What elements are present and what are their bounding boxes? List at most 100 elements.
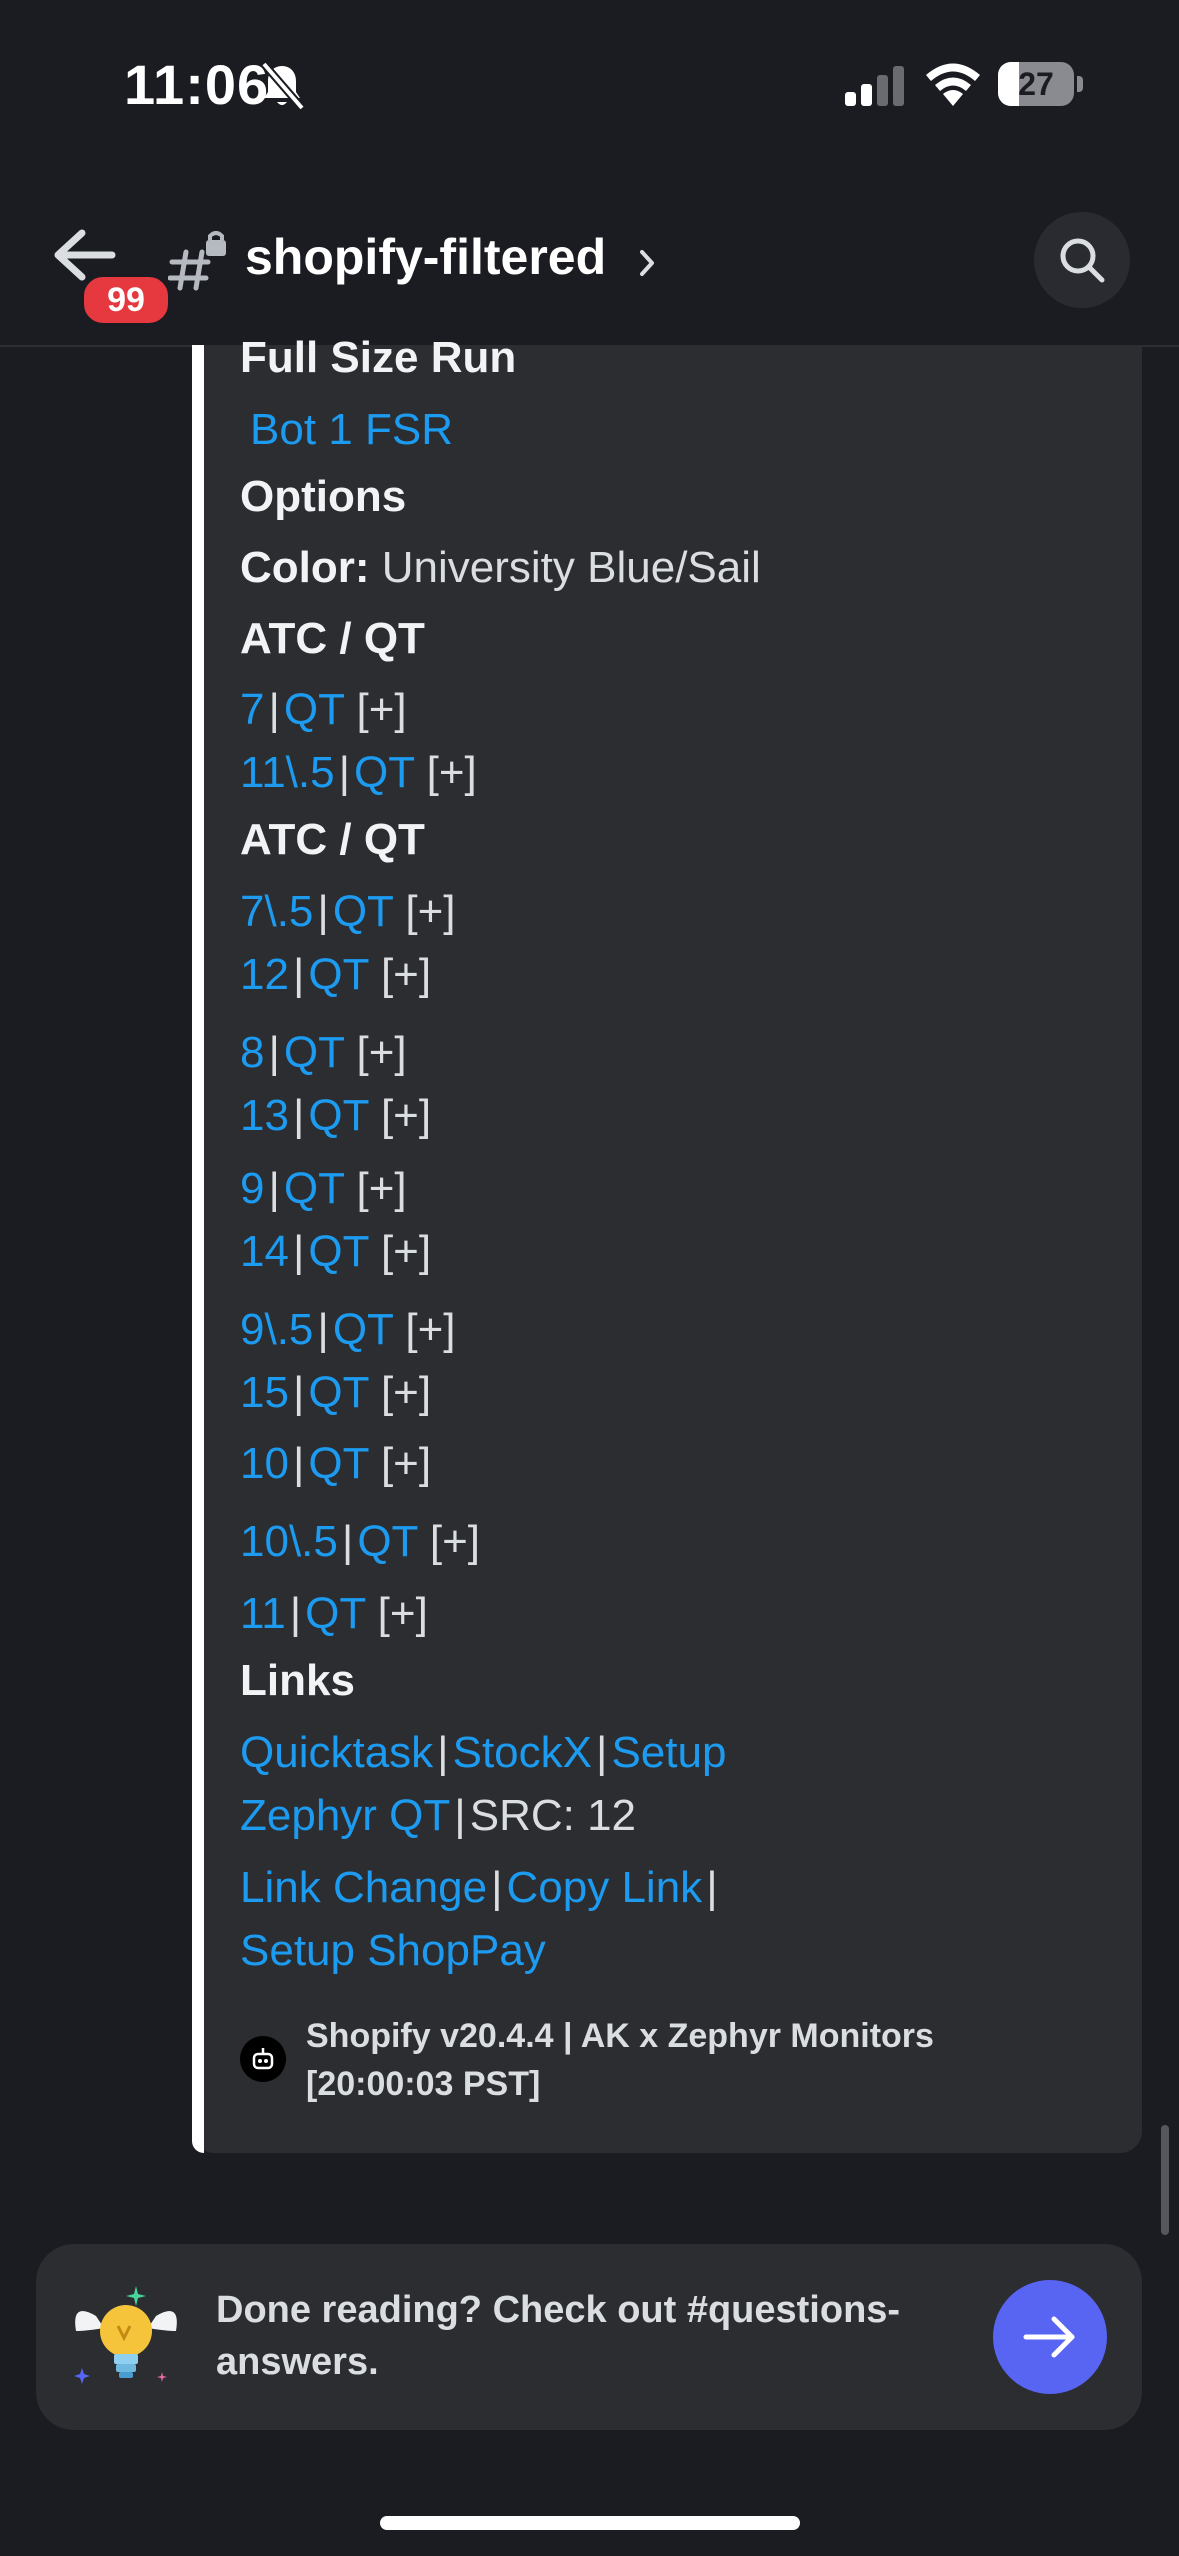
embed-footer: Shopify v20.4.4 | AK x Zephyr Monitors [… [306, 2012, 956, 2108]
color-label: Color: [240, 543, 370, 592]
size-link[interactable]: 10 [240, 1439, 289, 1488]
search-button[interactable] [1034, 212, 1130, 308]
size-row: 10\.5|QT [+] [240, 1517, 481, 1566]
size-link[interactable]: 15 [240, 1368, 289, 1417]
channel-hash-lock-icon [168, 231, 226, 291]
size-row: 9|QT [+] [240, 1164, 407, 1213]
done-reading-prompt[interactable]: Done reading? Check out #questions- answ… [36, 2244, 1142, 2430]
qt-link[interactable]: QT [308, 1439, 368, 1488]
bot-avatar [240, 2036, 286, 2082]
qt-link[interactable]: QT [305, 1589, 365, 1638]
plus-toggle[interactable]: [+] [356, 1028, 406, 1077]
size-row: 10|QT [+] [240, 1439, 432, 1488]
bot-avatar-icon [252, 2048, 274, 2070]
src-text: SRC: 12 [469, 1791, 637, 1840]
setup-shoppay-link[interactable]: Setup ShopPay [240, 1926, 546, 1975]
lightbulb-wings-icon [74, 2286, 177, 2384]
atc-qt-label: ATC / QT [240, 614, 425, 663]
qt-link[interactable]: QT [284, 1028, 344, 1077]
size-row: 11|QT [+] [240, 1589, 428, 1638]
scrollbar[interactable] [1161, 2125, 1169, 2235]
size-row: 7\.5|QT [+] [240, 887, 456, 936]
prompt-line-2: answers. [216, 2341, 379, 2383]
qt-link[interactable]: QT [284, 1164, 344, 1213]
footer-line-2: [20:00:03 PST] [306, 2065, 541, 2103]
battery-percent: 27 [1018, 66, 1054, 102]
size-row: 7|QT [+] [240, 685, 407, 734]
size-row: 12|QT [+] [240, 950, 432, 999]
plus-toggle[interactable]: [+] [381, 1439, 431, 1488]
links-row: Zephyr QT|SRC: 12 [240, 1791, 637, 1840]
links-label: Links [240, 1656, 355, 1705]
size-row: 14|QT [+] [240, 1227, 432, 1276]
quicktask-link[interactable]: Quicktask [240, 1728, 433, 1777]
link-change-link[interactable]: Link Change [240, 1863, 487, 1912]
size-link[interactable]: 11 [240, 1589, 286, 1638]
atc-qt-label: ATC / QT [240, 815, 425, 864]
status-bar: 11:06 27 [0, 0, 1179, 150]
size-link[interactable]: 14 [240, 1227, 289, 1276]
qt-link[interactable]: QT [284, 685, 344, 734]
size-row: 13|QT [+] [240, 1091, 432, 1140]
plus-toggle[interactable]: [+] [430, 1517, 480, 1566]
qt-link[interactable]: QT [308, 1368, 368, 1417]
size-row: 11\.5|QT [+] [240, 748, 477, 797]
color-row: Color: University Blue/Sail [240, 539, 761, 597]
color-value: University Blue/Sail [381, 543, 761, 592]
qt-link[interactable]: QT [354, 748, 414, 797]
size-link[interactable]: 7\.5 [240, 887, 313, 936]
wifi-icon [926, 63, 980, 106]
qt-link[interactable]: QT [357, 1517, 417, 1566]
links-row: Quicktask|StockX|Setup [240, 1728, 727, 1777]
search-icon [1060, 238, 1105, 283]
qt-link[interactable]: QT [308, 1227, 368, 1276]
size-row: 9\.5|QT [+] [240, 1305, 456, 1354]
channel-header: 99 shopify-filtered [0, 170, 1179, 347]
prompt-line-1: Done reading? Check out #questions- [216, 2289, 901, 2331]
size-link[interactable]: 9\.5 [240, 1305, 313, 1354]
chevron-right-icon[interactable] [636, 248, 658, 278]
qt-link[interactable]: QT [333, 1305, 393, 1354]
stockx-link[interactable]: StockX [453, 1728, 592, 1777]
copy-link-link[interactable]: Copy Link [507, 1863, 703, 1912]
status-time: 11:06 [124, 53, 270, 116]
zephyr-qt-link[interactable]: Zephyr QT [240, 1791, 450, 1840]
size-link[interactable]: 7 [240, 685, 264, 734]
setup-link[interactable]: Setup [611, 1728, 726, 1777]
plus-toggle[interactable]: [+] [381, 1091, 431, 1140]
plus-toggle[interactable]: [+] [378, 1589, 428, 1638]
cellular-signal-icon [845, 66, 904, 106]
size-link[interactable]: 8 [240, 1028, 264, 1077]
qt-link[interactable]: QT [308, 1091, 368, 1140]
size-link[interactable]: 10\.5 [240, 1517, 338, 1566]
plus-toggle[interactable]: [+] [381, 950, 431, 999]
qt-link[interactable]: QT [333, 887, 393, 936]
size-link[interactable]: 12 [240, 950, 289, 999]
plus-toggle[interactable]: [+] [381, 1227, 431, 1276]
battery-icon: 27 [998, 62, 1084, 108]
plus-toggle[interactable]: [+] [381, 1368, 431, 1417]
go-button[interactable] [993, 2280, 1107, 2394]
links-row: Setup ShopPay [240, 1922, 546, 1980]
links-row: Link Change|Copy Link| [240, 1863, 718, 1912]
full-size-run-label: Full Size Run [240, 333, 517, 382]
footer-line-1: Shopify v20.4.4 | AK x Zephyr Monitors [306, 2017, 934, 2055]
plus-toggle[interactable]: [+] [405, 887, 455, 936]
fsr-link[interactable]: Bot 1 FSR [250, 405, 453, 454]
size-row: 8|QT [+] [240, 1028, 407, 1077]
plus-toggle[interactable]: [+] [405, 1305, 455, 1354]
plus-toggle[interactable]: [+] [356, 1164, 406, 1213]
size-link[interactable]: 11\.5 [240, 748, 335, 797]
size-link[interactable]: 9 [240, 1164, 264, 1213]
embed-accent-bar [192, 345, 204, 2153]
bell-slash-icon [260, 61, 306, 111]
plus-toggle[interactable]: [+] [356, 685, 406, 734]
home-indicator[interactable] [380, 2516, 800, 2530]
qt-link[interactable]: QT [308, 950, 368, 999]
channel-name[interactable]: shopify-filtered [245, 228, 606, 286]
options-label: Options [240, 472, 407, 521]
size-link[interactable]: 13 [240, 1091, 289, 1140]
size-row: 15|QT [+] [240, 1368, 432, 1417]
plus-toggle[interactable]: [+] [427, 748, 477, 797]
prompt-text: Done reading? Check out #questions- answ… [216, 2284, 936, 2388]
